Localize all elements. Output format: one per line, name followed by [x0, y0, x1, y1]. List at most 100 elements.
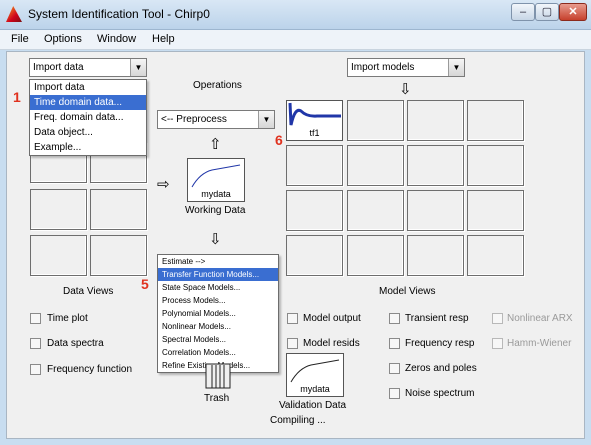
validation-data-plot-label: mydata [300, 384, 330, 394]
import-data-option[interactable]: Import data [30, 80, 146, 95]
model-slot[interactable] [407, 100, 464, 141]
data-slot[interactable] [30, 235, 87, 276]
validation-data-plot[interactable]: mydata [286, 353, 344, 397]
model-slot[interactable] [286, 145, 343, 186]
main-panel: Import data ▼ Import data Time domain da… [6, 51, 585, 439]
model-slot[interactable] [467, 235, 524, 276]
model-slot[interactable] [286, 190, 343, 231]
nonlinear-arx-checkbox [492, 313, 503, 324]
import-data-selected: Import data [33, 62, 84, 73]
working-data-signal-icon [191, 164, 241, 188]
preprocess-dropdown[interactable]: <-- Preprocess ▼ [157, 110, 275, 129]
trash-label: Trash [204, 393, 230, 404]
estimate-option[interactable]: Process Models... [158, 294, 278, 307]
data-slot[interactable] [90, 189, 147, 230]
arrow-down-icon: ⇩ [209, 231, 222, 248]
menu-window[interactable]: Window [97, 33, 136, 45]
arrow-down-icon: ⇩ [399, 81, 412, 98]
estimate-option[interactable]: Estimate --> [158, 255, 278, 268]
chevron-down-icon[interactable]: ▼ [448, 59, 464, 76]
import-data-options: Import data Time domain data... Freq. do… [29, 79, 147, 156]
model-output-label: Model output [303, 313, 361, 324]
maximize-button[interactable]: ▢ [535, 3, 559, 21]
model-slot[interactable] [347, 235, 404, 276]
data-views-title: Data Views [63, 286, 114, 297]
import-data-option[interactable]: Freq. domain data... [30, 110, 146, 125]
menu-bar: File Options Window Help [0, 30, 591, 50]
title-bar: System Identification Tool - Chirp0 – ▢ … [0, 0, 591, 30]
minimize-button[interactable]: – [511, 3, 535, 21]
frequency-function-checkbox[interactable] [30, 364, 41, 375]
preprocess-selected: <-- Preprocess [161, 114, 227, 125]
transient-resp-checkbox[interactable] [389, 313, 400, 324]
model-resids-label: Model resids [303, 338, 360, 349]
window-title: System Identification Tool - Chirp0 [28, 7, 210, 21]
chevron-down-icon[interactable]: ▼ [258, 111, 274, 128]
data-spectra-label: Data spectra [47, 338, 104, 349]
estimate-option[interactable]: Correlation Models... [158, 346, 278, 359]
model-tile-label: tf1 [309, 128, 320, 138]
model-tile-tf1[interactable]: tf1 [286, 100, 343, 141]
model-slot[interactable] [286, 235, 343, 276]
menu-options[interactable]: Options [44, 33, 82, 45]
import-data-option[interactable]: Example... [30, 140, 146, 155]
frequency-resp-checkbox[interactable] [389, 338, 400, 349]
estimate-options: Estimate --> Transfer Function Models...… [157, 254, 279, 373]
working-data-plot-label: mydata [201, 189, 231, 199]
model-slot[interactable] [407, 190, 464, 231]
estimate-option[interactable]: Spectral Models... [158, 333, 278, 346]
zeros-and-poles-label: Zeros and poles [405, 363, 477, 374]
menu-help[interactable]: Help [152, 33, 175, 45]
model-slot[interactable] [347, 100, 404, 141]
time-plot-checkbox[interactable] [30, 313, 41, 324]
import-models-selected: Import models [351, 62, 415, 73]
time-plot-label: Time plot [47, 313, 88, 324]
arrow-right-icon: ⇨ [157, 176, 170, 193]
status-text: Compiling ... [270, 415, 326, 426]
noise-spectrum-checkbox[interactable] [389, 388, 400, 399]
estimate-option-transfer-function[interactable]: Transfer Function Models... [158, 268, 278, 281]
data-slot[interactable] [30, 189, 87, 230]
import-data-dropdown[interactable]: Import data ▼ [29, 58, 147, 77]
chevron-down-icon[interactable]: ▼ [130, 59, 146, 76]
zeros-and-poles-checkbox[interactable] [389, 363, 400, 374]
estimate-option[interactable]: State Space Models... [158, 281, 278, 294]
estimate-option[interactable]: Nonlinear Models... [158, 320, 278, 333]
validation-data-caption: Validation Data [279, 400, 347, 411]
noise-spectrum-label: Noise spectrum [405, 388, 475, 399]
annotation-number-5: 5 [141, 276, 149, 292]
estimate-option[interactable]: Polynomial Models... [158, 307, 278, 320]
import-models-dropdown[interactable]: Import models ▼ [347, 58, 465, 77]
model-slot[interactable] [467, 190, 524, 231]
data-spectra-checkbox[interactable] [30, 338, 41, 349]
import-data-option-time-domain[interactable]: Time domain data... [30, 95, 146, 110]
model-resids-checkbox[interactable] [287, 338, 298, 349]
frequency-resp-label: Frequency resp [405, 338, 475, 349]
model-slot[interactable] [467, 100, 524, 141]
nonlinear-arx-label: Nonlinear ARX [507, 313, 573, 324]
frequency-function-label: Frequency function [47, 364, 133, 375]
hamm-wiener-label: Hamm-Wiener [507, 338, 572, 349]
validation-data-signal-icon [290, 359, 340, 383]
close-button[interactable]: ✕ [559, 3, 587, 21]
matlab-app-icon [6, 6, 22, 22]
data-slot[interactable] [90, 235, 147, 276]
hamm-wiener-checkbox [492, 338, 503, 349]
import-data-option[interactable]: Data object... [30, 125, 146, 140]
model-slot[interactable] [407, 235, 464, 276]
model-slot[interactable] [467, 145, 524, 186]
model-slot[interactable] [347, 190, 404, 231]
transient-resp-label: Transient resp [405, 313, 469, 324]
model-slot[interactable] [407, 145, 464, 186]
working-data-plot[interactable]: mydata [187, 158, 245, 202]
operations-title: Operations [193, 80, 242, 91]
annotation-number-1: 1 [13, 89, 21, 105]
working-data-caption: Working Data [185, 205, 246, 216]
model-output-checkbox[interactable] [287, 313, 298, 324]
model-slot[interactable] [347, 145, 404, 186]
menu-file[interactable]: File [11, 33, 29, 45]
trash-can-icon[interactable] [205, 363, 231, 391]
model-views-title: Model Views [379, 286, 436, 297]
annotation-number-6: 6 [275, 132, 283, 148]
model-step-response-icon [288, 102, 341, 126]
